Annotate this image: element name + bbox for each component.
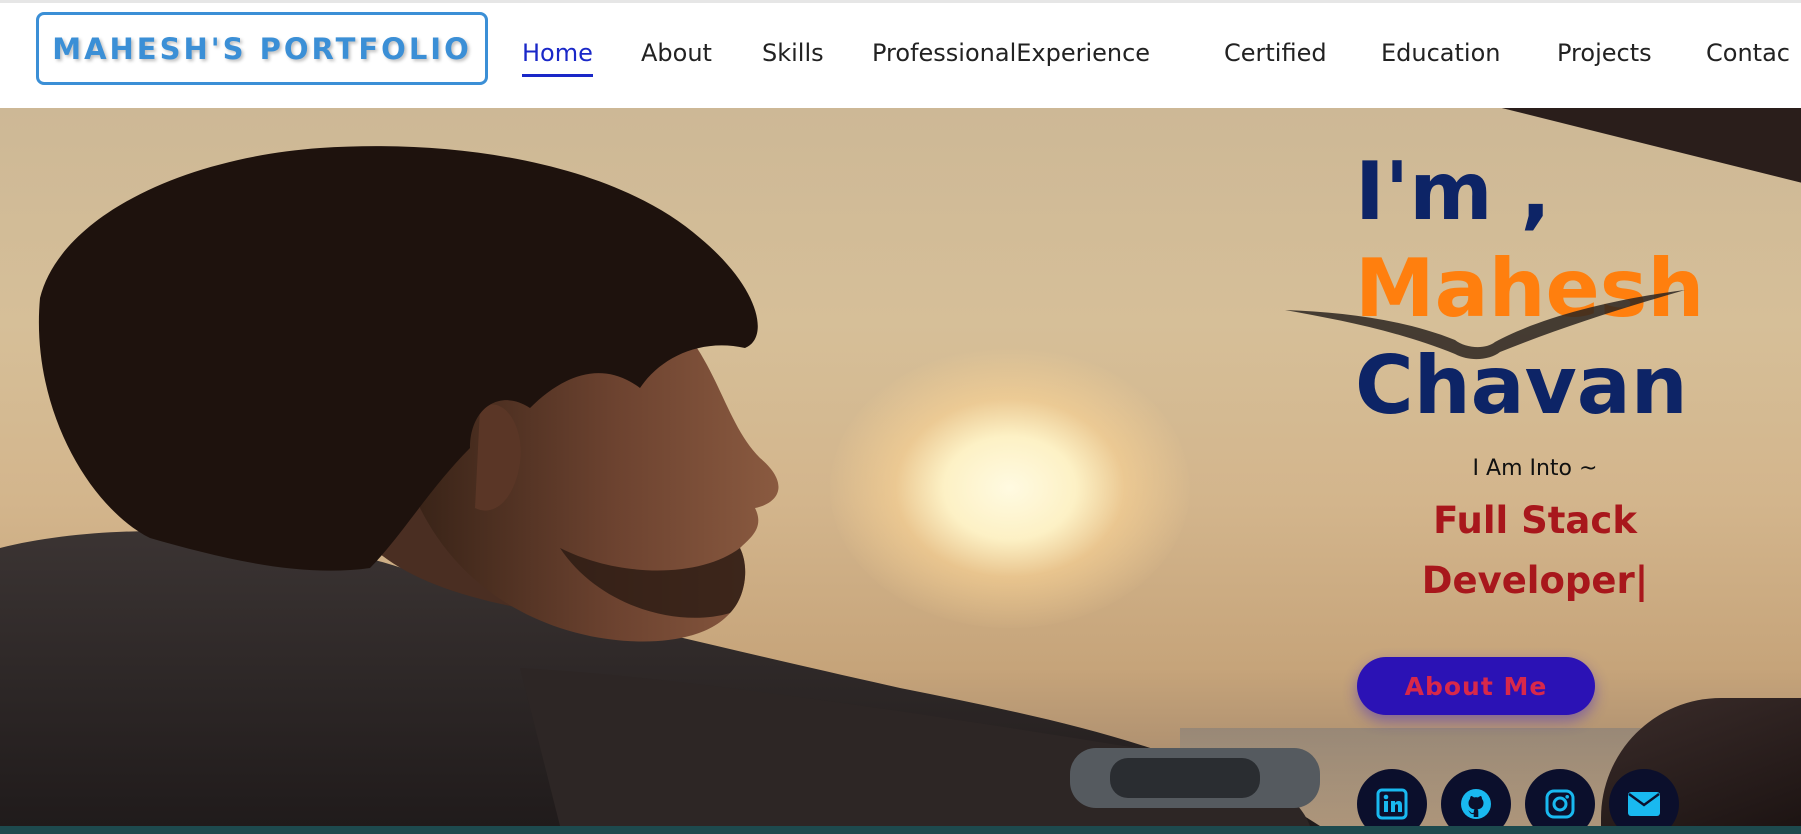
nav-about[interactable]: About xyxy=(641,39,712,77)
mail-icon xyxy=(1628,792,1660,816)
greeting-text: I'm , xyxy=(1355,145,1551,238)
hero-heading: I'm , Mahesh Chavan xyxy=(1355,143,1704,434)
nav-education[interactable]: Education xyxy=(1381,39,1500,77)
role-line-1: Full Stack xyxy=(1433,499,1637,542)
site-logo[interactable]: MAHESH'S PORTFOLIO xyxy=(36,12,488,85)
nav-skills[interactable]: Skills xyxy=(762,39,824,77)
nav-home[interactable]: Home xyxy=(522,39,593,77)
linkedin-icon xyxy=(1376,788,1408,820)
role-typewriter: Full Stack Developer| xyxy=(1355,491,1715,611)
bird xyxy=(1285,290,1685,360)
github-icon xyxy=(1461,789,1491,819)
site-header: MAHESH'S PORTFOLIO Home About Skills Pro… xyxy=(0,0,1801,108)
bottom-bar xyxy=(0,826,1801,834)
nav-contact[interactable]: Contac xyxy=(1706,39,1790,77)
role-line-2: Developer| xyxy=(1421,559,1649,602)
instagram-icon xyxy=(1545,789,1575,819)
nav-professional-experience[interactable]: ProfessionalExperience xyxy=(872,39,1150,77)
profile-photo xyxy=(0,146,1320,826)
nav-certified[interactable]: Certified xyxy=(1224,39,1327,77)
nav-projects[interactable]: Projects xyxy=(1557,39,1652,77)
into-label: I Am Into ~ xyxy=(1472,456,1598,481)
hero-section: I'm , Mahesh Chavan I Am Into ~ Full Sta… xyxy=(0,108,1801,826)
about-me-button[interactable]: About Me xyxy=(1357,657,1595,715)
